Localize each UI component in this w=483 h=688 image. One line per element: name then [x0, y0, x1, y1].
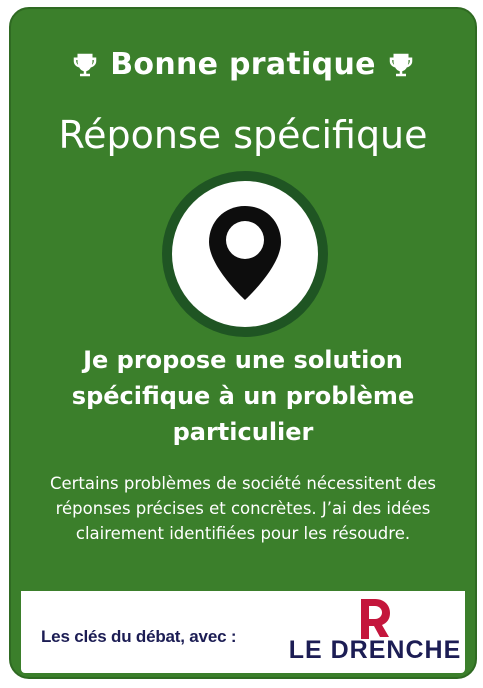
card-header: Bonne pratique [11, 47, 475, 82]
card-headline: Je propose une solution spécifique à un … [71, 346, 415, 446]
map-pin-icon [209, 206, 281, 300]
brand-mark-icon [361, 599, 390, 639]
card: Bonne pratique Réponse spécifique Je pro… [9, 7, 477, 679]
card-title: Réponse spécifique [58, 113, 428, 157]
footer-text: Les clés du débat, avec : [41, 627, 237, 646]
header-label: Bonne pratique [110, 47, 376, 82]
trophy-icon [74, 53, 97, 76]
icon-badge [162, 171, 328, 337]
card-description: Certains problèmes de société nécessiten… [49, 474, 437, 543]
brand-name: LE DRENCHE [288, 636, 462, 664]
footer: Les clés du débat, avec : LE DRENCHE [21, 591, 465, 673]
brand-logo[interactable]: LE DRENCHE [283, 599, 467, 669]
trophy-icon [389, 53, 412, 76]
